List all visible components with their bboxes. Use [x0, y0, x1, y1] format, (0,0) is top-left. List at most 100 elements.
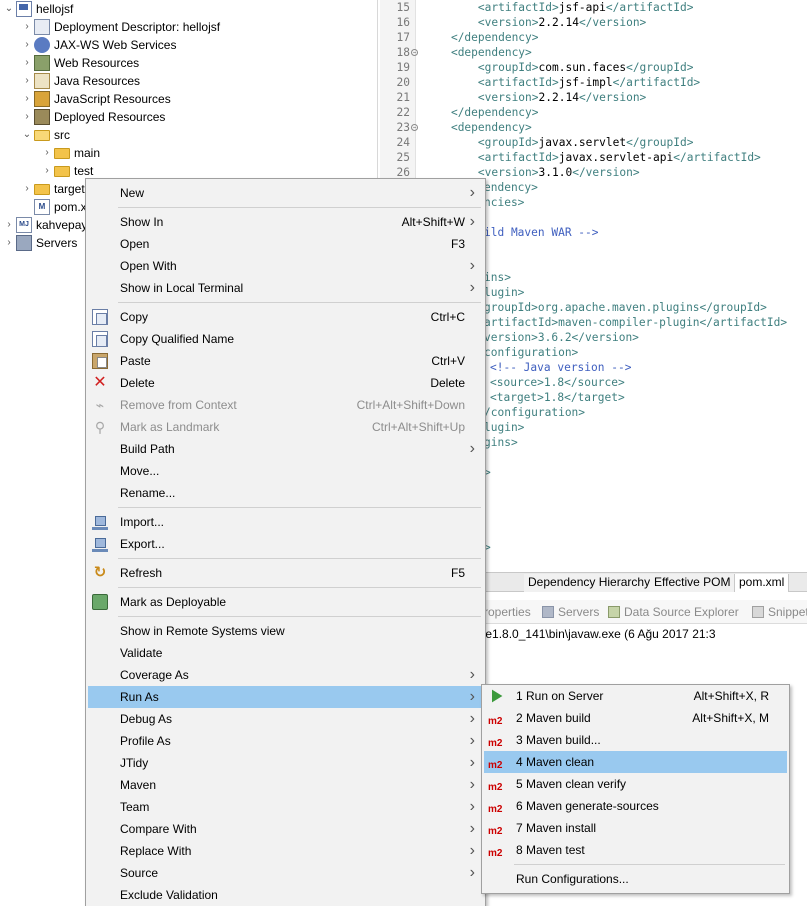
collapse-chevron-icon[interactable]: ›	[20, 54, 34, 72]
code-text: <dependency>	[450, 121, 532, 134]
menu-item-label: Move...	[120, 464, 160, 478]
collapse-chevron-icon[interactable]: ›	[2, 216, 16, 234]
tab-data-source-explorer[interactable]: Data Source Explorer	[608, 604, 739, 620]
line-number: 18	[396, 46, 410, 59]
menu-item-8-maven-test[interactable]: m2 8 Maven test	[484, 839, 787, 861]
menu-item-maven[interactable]: Maven ›	[88, 774, 483, 796]
menu-item-compare-with[interactable]: Compare With ›	[88, 818, 483, 840]
line-number: 22	[396, 106, 410, 119]
menu-item-import[interactable]: Import...	[88, 511, 483, 533]
menu-item-3-maven-build[interactable]: m2 3 Maven build...	[484, 729, 787, 751]
collapse-chevron-icon[interactable]: ›	[20, 72, 34, 90]
menu-item-open[interactable]: Open F3	[88, 233, 483, 255]
menu-item-shortcut: F3	[450, 237, 465, 251]
tree-item-main[interactable]: › main	[40, 144, 100, 162]
tree-item-javascript-resources[interactable]: › JavaScript Resources	[20, 90, 171, 108]
menu-item-replace-with[interactable]: Replace With ›	[88, 840, 483, 862]
tab-properties[interactable]: roperties	[484, 604, 531, 620]
menu-item-7-maven-install[interactable]: m2 7 Maven install	[484, 817, 787, 839]
menu-item-coverage-as[interactable]: Coverage As ›	[88, 664, 483, 686]
tree-item-servers[interactable]: › Servers	[2, 234, 77, 252]
menu-item-4-maven-clean[interactable]: m2 4 Maven clean	[484, 751, 787, 773]
code-text: <artifactId>jsf-api</artifactId>	[477, 1, 694, 14]
submenu-arrow-icon: ›	[469, 864, 475, 881]
menu-item-label: Copy Qualified Name	[120, 332, 235, 346]
fold-toggle-icon[interactable]: −	[411, 49, 418, 56]
tree-item-target[interactable]: › target	[20, 180, 84, 198]
collapse-chevron-icon[interactable]: ›	[2, 234, 16, 252]
tree-item-deployment-descriptor[interactable]: › Deployment Descriptor: hellojsf	[20, 18, 220, 36]
tree-item-hellojsf[interactable]: ⌄ hellojsf	[2, 0, 73, 18]
menu-item-label: Open With	[120, 259, 177, 273]
tree-item-src[interactable]: ⌄ src	[20, 126, 70, 144]
menu-item-exclude-validation[interactable]: Exclude Validation	[88, 884, 483, 906]
jaxws-icon	[34, 37, 50, 53]
menu-item-refresh[interactable]: ↻ Refresh F5	[88, 562, 483, 584]
delete-icon: ✕	[93, 374, 107, 391]
tab-dependency-hierarchy[interactable]: Dependency Hierarchy	[524, 574, 656, 592]
menu-item-jtidy[interactable]: JTidy ›	[88, 752, 483, 774]
menu-item-run-configurations[interactable]: Run Configurations...	[484, 868, 787, 890]
menu-item-run-as[interactable]: Run As ›	[88, 686, 483, 708]
tree-item-jaxws[interactable]: › JAX-WS Web Services	[20, 36, 176, 54]
menu-item-validate[interactable]: Validate	[88, 642, 483, 664]
menu-item-open-with[interactable]: Open With ›	[88, 255, 483, 277]
menu-item-mark-as-deployable[interactable]: Mark as Deployable	[88, 591, 483, 613]
tree-item-java-resources[interactable]: › Java Resources	[20, 72, 140, 90]
code-text: <version>2.2.14</version>	[477, 91, 647, 104]
menu-item-1-run-on-server[interactable]: 1 Run on Server Alt+Shift+X, R	[484, 685, 787, 707]
menu-item-delete[interactable]: ✕ Delete Delete	[88, 372, 483, 394]
line-number: 19	[396, 61, 410, 74]
menu-separator	[118, 558, 481, 559]
menu-item-label: Maven	[120, 778, 157, 792]
tab-effective-pom[interactable]: Effective POM	[650, 574, 736, 592]
tree-item-web-resources[interactable]: › Web Resources	[20, 54, 139, 72]
tab-servers[interactable]: Servers	[542, 604, 599, 620]
xml-file-icon: M	[34, 199, 50, 215]
tab-pom-xml[interactable]: pom.xml	[734, 574, 790, 592]
collapse-chevron-icon[interactable]: ›	[20, 180, 34, 198]
collapse-chevron-icon[interactable]: ›	[20, 18, 34, 36]
code-text: <version>2.2.14</version>	[477, 16, 647, 29]
tree-item-label: Servers	[36, 236, 78, 250]
menu-item-paste[interactable]: Paste Ctrl+V	[88, 350, 483, 372]
menu-item-export[interactable]: Export...	[88, 533, 483, 555]
collapse-chevron-icon[interactable]: ›	[20, 36, 34, 54]
collapse-chevron-icon[interactable]: ›	[40, 144, 54, 162]
menu-item-label: Delete	[120, 376, 155, 390]
menu-item-show-in[interactable]: Show In Alt+Shift+W ›	[88, 211, 483, 233]
menu-item-move[interactable]: Move...	[88, 460, 483, 482]
menu-item-show-in-remote-systems-view[interactable]: Show in Remote Systems view	[88, 620, 483, 642]
collapse-chevron-icon[interactable]: ›	[20, 90, 34, 108]
tree-item-kahvepay[interactable]: › MJ kahvepay	[2, 216, 87, 234]
code-fragment: lugin>	[484, 286, 525, 299]
fold-toggle-icon[interactable]: −	[411, 124, 418, 131]
expand-chevron-icon[interactable]: ⌄	[2, 0, 16, 18]
menu-item-team[interactable]: Team ›	[88, 796, 483, 818]
tree-item-label: kahvepay	[36, 218, 88, 232]
code-fragment: configuration>	[484, 346, 579, 359]
menu-item-copy[interactable]: Copy Ctrl+C	[88, 306, 483, 328]
code-fragment: gins>	[484, 436, 518, 449]
menu-item-profile-as[interactable]: Profile As ›	[88, 730, 483, 752]
expand-chevron-icon[interactable]: ⌄	[20, 126, 34, 144]
menu-item-5-maven-clean-verify[interactable]: m2 5 Maven clean verify	[484, 773, 787, 795]
menu-item-label: Paste	[120, 354, 151, 368]
menu-item-debug-as[interactable]: Debug As ›	[88, 708, 483, 730]
menu-item-6-maven-generate-sources[interactable]: m2 6 Maven generate-sources	[484, 795, 787, 817]
collapse-chevron-icon[interactable]: ›	[40, 162, 54, 180]
collapse-chevron-icon[interactable]: ›	[20, 108, 34, 126]
menu-item-2-maven-build[interactable]: m2 2 Maven build Alt+Shift+X, M	[484, 707, 787, 729]
menu-item-shortcut: F5	[450, 566, 465, 580]
line-number: 25	[396, 151, 410, 164]
menu-item-copy-qualified-name[interactable]: Copy Qualified Name	[88, 328, 483, 350]
menu-item-build-path[interactable]: Build Path ›	[88, 438, 483, 460]
menu-item-new[interactable]: New ›	[88, 182, 483, 204]
menu-item-show-in-local-terminal[interactable]: Show in Local Terminal ›	[88, 277, 483, 299]
tree-item-label: JavaScript Resources	[54, 92, 171, 106]
menu-item-source[interactable]: Source ›	[88, 862, 483, 884]
code-text: </dependency>	[450, 31, 539, 44]
tree-item-deployed-resources[interactable]: › Deployed Resources	[20, 108, 165, 126]
tab-snippets[interactable]: Snippets	[752, 604, 807, 620]
menu-item-rename[interactable]: Rename...	[88, 482, 483, 504]
